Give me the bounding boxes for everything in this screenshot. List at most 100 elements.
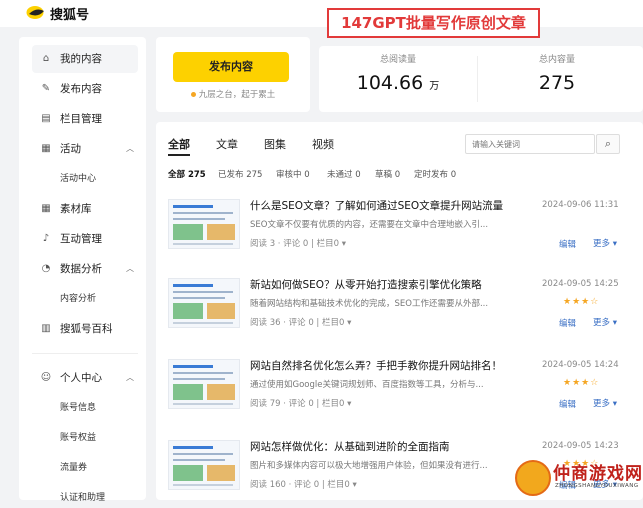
rating-stars: ★★★☆ (563, 378, 600, 388)
promo-banner: 147GPT批量写作原创文章 (327, 8, 540, 38)
total-content-stat: 总内容量 275 (478, 46, 636, 112)
pencil-icon: ✎ (41, 83, 51, 94)
watermark: 仲商游戏网 ZHONGSHANGYOUXIWANG (515, 456, 643, 500)
edit-button[interactable]: 编辑 (559, 317, 576, 329)
calendar-icon: ▦ (41, 143, 51, 154)
watermark-text: 仲商游戏网 (553, 464, 643, 484)
sidebar-item-wiki[interactable]: ▥ 搜狐号百科 (32, 315, 138, 343)
document-icon: ▤ (41, 113, 51, 124)
bell-icon: ♪ (42, 233, 50, 244)
article-description: SEO文章不仅要有优质的内容，还需要在文章中合理地嵌入引... (250, 220, 489, 230)
more-menu[interactable]: 更多 ▾ (593, 237, 617, 249)
article-thumbnail[interactable] (168, 359, 240, 409)
sidebar-item-activity-center[interactable]: 活动中心 (60, 169, 96, 189)
tab-all[interactable]: 全部 (168, 136, 190, 152)
sidebar-item-my-content[interactable]: ⌂ 我的内容 (32, 45, 138, 73)
search-input[interactable] (465, 134, 595, 154)
article-date: 2024-09-05 14:25 (542, 279, 619, 289)
sidebar-item-label: 素材库 (60, 203, 92, 215)
total-reads-unit: 万 (429, 81, 440, 92)
sidebar-item-publish[interactable]: ✎ 发布内容 (32, 75, 138, 103)
article-thumbnail[interactable] (168, 199, 240, 249)
filter-drafts[interactable]: 草稿 0 (375, 168, 400, 180)
article-row: 新站如何做SEO？从零开始打造搜索引擎优化策略 2024-09-05 14:25… (156, 277, 643, 357)
sidebar-item-interaction[interactable]: ♪ 互动管理 (32, 225, 138, 253)
book-icon: ▥ (41, 323, 51, 334)
edit-button[interactable]: 编辑 (559, 398, 576, 410)
sidebar-item-verification[interactable]: 认证和助理 (60, 488, 105, 508)
sidebar-item-label: 数据分析 (60, 263, 102, 275)
dot-icon (190, 92, 196, 97)
article-date: 2024-09-05 14:24 (542, 360, 619, 370)
sidebar-item-traffic-coupon[interactable]: 流量券 (60, 458, 87, 478)
sidebar-item-label: 个人中心 (60, 372, 102, 384)
content-panel: 全部 文章 图集 视频 ⌕ 全部 275 已发布 275 审核中 0 未通过 0… (156, 122, 643, 500)
sohu-logo-icon (26, 6, 44, 19)
sidebar-item-columns[interactable]: ▤ 栏目管理 (32, 105, 138, 133)
article-title[interactable]: 什么是SEO文章？了解如何通过SEO文章提升网站流量 (250, 198, 503, 213)
watermark-logo-icon (515, 460, 551, 496)
chevron-up-icon: ︿ (126, 373, 134, 382)
tab-videos[interactable]: 视频 (312, 136, 334, 152)
sidebar-item-analytics[interactable]: ◔ 数据分析 ︿ (32, 255, 138, 283)
article-meta: 阅读 160 · 评论 0 | 栏目0 ▾ (250, 480, 357, 490)
article-description: 通过使用如Google关键词规划师、百度指数等工具，分析与... (250, 380, 484, 390)
sidebar-item-activity[interactable]: ▦ 活动 ︿ (32, 135, 138, 163)
tab-articles[interactable]: 文章 (216, 136, 238, 152)
article-description: 图片和多媒体内容可以极大地增强用户体验，但如果没有进行... (250, 461, 488, 471)
publish-note: 九层之台，起于累土 (156, 88, 310, 100)
article-row: 什么是SEO文章？了解如何通过SEO文章提升网站流量 2024-09-06 11… (156, 198, 643, 278)
filter-rejected[interactable]: 未通过 0 (327, 168, 361, 180)
stats-panel: 总阅读量 104.66 万 总内容量 275 (319, 46, 643, 112)
article-thumbnail[interactable] (168, 440, 240, 490)
more-menu[interactable]: 更多 ▾ (593, 397, 617, 409)
filter-scheduled[interactable]: 定时发布 0 (414, 168, 456, 180)
sidebar-divider (32, 353, 138, 354)
publish-button[interactable]: 发布内容 (173, 52, 289, 82)
article-date: 2024-09-06 11:31 (542, 200, 619, 210)
sidebar-item-materials[interactable]: ▦ 素材库 (32, 195, 138, 223)
article-title[interactable]: 网站怎样做优化：从基础到进阶的全面指南 (250, 439, 450, 454)
filter-reviewing[interactable]: 审核中 0 (276, 168, 310, 180)
tab-galleries[interactable]: 图集 (264, 136, 286, 152)
sidebar-item-content-analysis[interactable]: 内容分析 (60, 289, 96, 309)
chevron-up-icon: ︿ (126, 264, 134, 273)
filter-all[interactable]: 全部 275 (168, 168, 206, 180)
total-content-value: 275 (538, 72, 576, 94)
edit-button[interactable]: 编辑 (559, 238, 576, 250)
article-thumbnail[interactable] (168, 278, 240, 328)
article-description: 随着网站结构和基础技术优化的完成，SEO工作还需要从外部... (250, 299, 489, 309)
sidebar-item-label: 发布内容 (60, 83, 102, 95)
article-date: 2024-09-05 14:23 (542, 441, 619, 451)
logo-text[interactable]: 搜狐号 (50, 4, 89, 23)
sidebar: ⌂ 我的内容 ✎ 发布内容 ▤ 栏目管理 ▦ 活动 ︿ 活动中心 ▦ 素材库 ♪ 互动管理 ◔… (19, 37, 146, 503)
filter-published[interactable]: 已发布 275 (218, 168, 262, 180)
chevron-up-icon: ︿ (126, 144, 134, 153)
sidebar-item-personal[interactable]: ☺ 个人中心 ︿ (32, 364, 138, 392)
rating-stars: ★★★☆ (563, 297, 600, 307)
publish-note-text: 九层之台，起于累土 (198, 90, 276, 100)
home-icon: ⌂ (42, 53, 50, 64)
user-icon: ☺ (40, 372, 52, 383)
total-reads-value: 104.66 (356, 72, 424, 94)
article-meta: 阅读 3 · 评论 0 | 栏目0 ▾ (250, 239, 346, 249)
total-content-label: 总内容量 (538, 55, 575, 65)
total-reads-label: 总阅读量 (379, 55, 416, 65)
sidebar-item-account-rights[interactable]: 账号权益 (60, 428, 96, 448)
publish-card: 发布内容 九层之台，起于累土 (156, 37, 310, 112)
grid-icon: ▦ (41, 203, 51, 214)
sidebar-item-account-info[interactable]: 账号信息 (60, 398, 96, 418)
active-tab-indicator (168, 154, 190, 156)
article-title[interactable]: 网站自然排名优化怎么弄？手把手教你提升网站排名！ (250, 358, 502, 373)
sidebar-item-label: 栏目管理 (60, 113, 102, 125)
article-row: 网站自然排名优化怎么弄？手把手教你提升网站排名！ 2024-09-05 14:2… (156, 358, 643, 438)
article-meta: 阅读 36 · 评论 0 | 栏目0 ▾ (250, 318, 352, 328)
search-icon[interactable]: ⌕ (596, 134, 620, 154)
article-title[interactable]: 新站如何做SEO？从零开始打造搜索引擎优化策略 (250, 277, 482, 292)
more-menu[interactable]: 更多 ▾ (593, 316, 617, 328)
total-reads-stat: 总阅读量 104.66 万 (319, 46, 477, 112)
watermark-subtext: ZHONGSHANGYOUXIWANG (555, 483, 639, 489)
sidebar-item-label: 我的内容 (60, 53, 102, 65)
sidebar-item-label: 搜狐号百科 (60, 323, 113, 335)
sidebar-item-label: 活动 (60, 143, 81, 155)
